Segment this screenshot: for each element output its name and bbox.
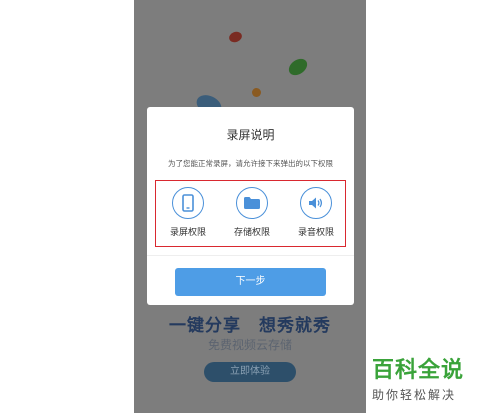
stage: 一键分享 想秀就秀 免费视频云存储 立即体验 录屏说明 为了您能正常录屏，请允许…: [0, 0, 500, 413]
watermark-title: 百科全说: [372, 358, 465, 383]
permissions-highlight-box: 录屏权限 存储权限 录音权限: [155, 180, 346, 247]
watermark-subtitle: 助你轻松解决: [372, 388, 457, 402]
permission-audio: 录音权限: [286, 187, 346, 238]
folder-icon: [236, 187, 268, 219]
dialog-title: 录屏说明: [226, 128, 275, 142]
promo-subtitle: 免费视频云存储: [207, 338, 292, 352]
permission-dialog: 录屏说明 为了您能正常录屏，请允许接下来弹出的以下权限 录屏权限 存储权限 录音…: [147, 107, 354, 305]
dialog-description: 为了您能正常录屏，请允许接下来弹出的以下权限: [168, 159, 333, 168]
divider: [147, 255, 354, 256]
decorative-shape: [227, 30, 244, 44]
next-step-button[interactable]: 下一步: [175, 268, 326, 296]
speaker-icon: [300, 187, 332, 219]
phone-icon: [172, 187, 204, 219]
try-now-button[interactable]: 立即体验: [204, 362, 296, 382]
decorative-shape: [252, 88, 261, 97]
permission-label: 录屏权限: [169, 228, 206, 238]
decorative-shape: [285, 55, 311, 79]
permission-label: 存储权限: [233, 228, 270, 238]
permission-storage: 存储权限: [222, 187, 282, 238]
promo-title: 一键分享 想秀就秀: [169, 316, 331, 336]
permission-screen-record: 录屏权限: [158, 187, 218, 238]
permission-label: 录音权限: [297, 228, 334, 238]
watermark: 百科全说 助你轻松解决: [372, 352, 490, 403]
